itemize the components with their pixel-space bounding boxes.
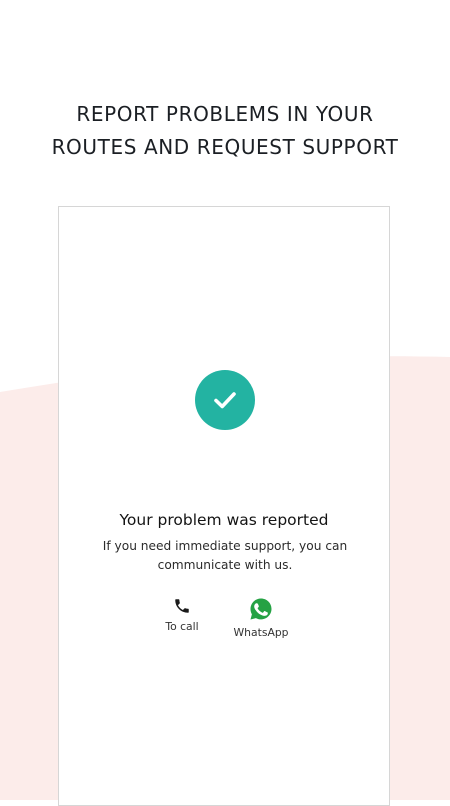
call-button[interactable]: To call [162, 597, 202, 633]
whatsapp-icon [250, 598, 272, 620]
whatsapp-button[interactable]: WhatsApp [229, 597, 293, 639]
contact-actions: To call WhatsApp [59, 597, 389, 647]
headline: REPORT PROBLEMS IN YOUR ROUTES AND REQUE… [0, 98, 450, 164]
success-check-icon [195, 370, 255, 430]
phone-screen-card: Your problem was reported If you need im… [58, 206, 390, 806]
whatsapp-label: WhatsApp [233, 626, 289, 639]
success-title: Your problem was reported [119, 511, 329, 529]
call-label: To call [165, 620, 199, 633]
phone-icon [175, 599, 189, 613]
headline-line-1: REPORT PROBLEMS IN YOUR [76, 102, 374, 126]
support-message: If you need immediate support, you can c… [102, 539, 348, 572]
headline-line-2: ROUTES AND REQUEST SUPPORT [51, 135, 399, 159]
